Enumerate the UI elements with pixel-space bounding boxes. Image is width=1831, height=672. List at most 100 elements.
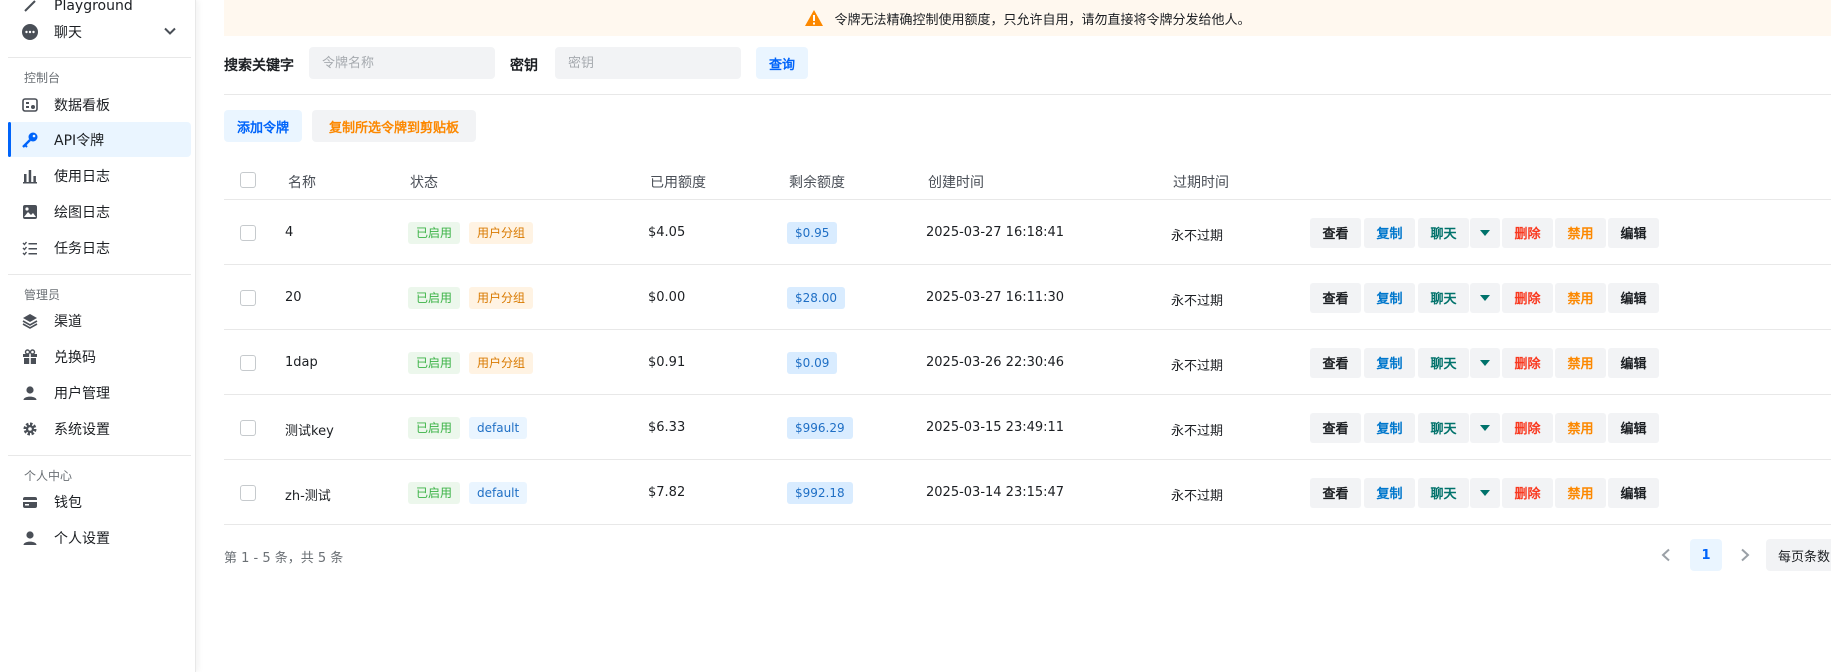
caret-down-icon [1480,359,1490,366]
sidebar-item-user-management[interactable]: 用户管理 [8,375,191,410]
disable-button[interactable]: 禁用 [1555,477,1606,508]
playground-icon [21,0,39,15]
sidebar-item-dashboard[interactable]: 数据看板 [8,87,191,122]
token-name-input[interactable] [309,47,495,79]
copy-button[interactable]: 复制 [1364,282,1415,313]
sidebar-divider [8,274,191,275]
delete-button[interactable]: 删除 [1502,347,1553,378]
row-checkbox[interactable] [240,224,256,241]
caret-down-icon [1480,424,1490,431]
copy-selected-tokens-button[interactable]: 复制所选令牌到剪贴板 [312,110,476,142]
view-button[interactable]: 查看 [1310,412,1361,443]
remaining-quota-badge: $996.29 [787,416,853,439]
page-size-select[interactable]: 每页条数 [1766,539,1831,571]
sidebar-item-chat[interactable]: 聊天 [8,14,191,49]
copy-button[interactable]: 复制 [1364,347,1415,378]
add-token-button[interactable]: 添加令牌 [224,110,302,142]
created-time: 2025-03-26 22:30:46 [926,354,1065,370]
chat-button[interactable]: 聊天 [1418,477,1469,508]
sidebar-divider [8,455,191,456]
page-1-button[interactable]: 1 [1690,539,1722,571]
copy-button[interactable]: 复制 [1364,477,1415,508]
copy-button[interactable]: 复制 [1364,217,1415,248]
warning-icon [805,10,824,26]
used-quota: $4.05 [648,224,686,240]
expire-time: 永不过期 [1171,488,1224,504]
sidebar-item-usage-logs[interactable]: 使用日志 [8,158,191,193]
key-icon [21,131,39,149]
expire-time: 永不过期 [1171,228,1224,244]
next-page-button[interactable] [1734,539,1756,571]
chat-button[interactable]: 聊天 [1418,347,1469,378]
disable-button[interactable]: 禁用 [1555,217,1606,248]
sidebar-item-label: 钱包 [54,494,82,511]
chevron-left-icon [1661,548,1670,562]
created-time: 2025-03-27 16:18:41 [926,224,1065,240]
sidebar-item-system-settings[interactable]: 系统设置 [8,411,191,446]
sidebar-item-task-logs[interactable]: 任务日志 [8,230,191,265]
chevron-down-icon[interactable] [163,24,177,38]
image-icon [21,203,39,221]
view-button[interactable]: 查看 [1310,282,1361,313]
edit-button[interactable]: 编辑 [1608,347,1659,378]
sidebar-item-drawing-logs[interactable]: 绘图日志 [8,194,191,229]
used-quota: $0.91 [648,354,686,370]
edit-button[interactable]: 编辑 [1608,477,1659,508]
delete-button[interactable]: 删除 [1502,412,1553,443]
delete-button[interactable]: 删除 [1502,477,1553,508]
view-button[interactable]: 查看 [1310,217,1361,248]
row-checkbox[interactable] [240,484,256,501]
chat-dropdown-button[interactable] [1470,282,1500,313]
remaining-quota-badge: $0.09 [787,351,838,374]
edit-button[interactable]: 编辑 [1608,217,1659,248]
chat-dropdown-button[interactable] [1470,217,1500,248]
group-badge: default [469,481,528,504]
sidebar-item-label: Playground [54,0,133,14]
sidebar-item-personal-settings[interactable]: 个人设置 [8,520,191,555]
row-divider [224,264,1831,265]
expire-time: 永不过期 [1171,358,1224,374]
row-divider [224,524,1831,525]
row-checkbox[interactable] [240,289,256,306]
chat-dropdown-button[interactable] [1470,412,1500,443]
prev-page-button[interactable] [1655,539,1677,571]
edit-button[interactable]: 编辑 [1608,282,1659,313]
sidebar-item-label: 绘图日志 [54,204,110,221]
query-button[interactable]: 查询 [756,47,808,79]
remaining-quota-badge: $0.95 [787,221,838,244]
bar-chart-icon [21,167,39,185]
sidebar-group-personal: 个人中心 [24,469,73,483]
view-button[interactable]: 查看 [1310,477,1361,508]
group-badge: default [469,416,528,439]
row-checkbox[interactable] [240,419,256,436]
column-header-status: 状态 [410,175,438,191]
sidebar-item-api-tokens[interactable]: API令牌 [8,122,191,157]
group-badge: 用户分组 [469,286,534,309]
copy-button[interactable]: 复制 [1364,412,1415,443]
task-list-icon [21,239,39,257]
sidebar-item-redeem-codes[interactable]: 兑换码 [8,339,191,374]
chat-dropdown-button[interactable] [1470,477,1500,508]
sidebar-item-channels[interactable]: 渠道 [8,303,191,338]
keyword-label: 搜索关键字 [224,58,294,74]
disable-button[interactable]: 禁用 [1555,412,1606,443]
chat-button[interactable]: 聊天 [1418,217,1469,248]
edit-button[interactable]: 编辑 [1608,412,1659,443]
chat-dropdown-button[interactable] [1470,347,1500,378]
group-badge: 用户分组 [469,351,534,374]
view-button[interactable]: 查看 [1310,347,1361,378]
token-name: 20 [285,289,302,305]
chat-button[interactable]: 聊天 [1418,282,1469,313]
delete-button[interactable]: 删除 [1502,217,1553,248]
disable-button[interactable]: 禁用 [1555,282,1606,313]
chat-button[interactable]: 聊天 [1418,412,1469,443]
disable-button[interactable]: 禁用 [1555,347,1606,378]
select-all-checkbox[interactable] [240,172,256,188]
expire-time: 永不过期 [1171,293,1224,309]
delete-button[interactable]: 删除 [1502,282,1553,313]
remaining-quota-badge: $28.00 [787,286,845,309]
row-checkbox[interactable] [240,354,256,371]
column-header-name: 名称 [288,175,316,191]
key-input[interactable] [555,47,741,79]
sidebar-item-wallet[interactable]: 钱包 [8,484,191,519]
